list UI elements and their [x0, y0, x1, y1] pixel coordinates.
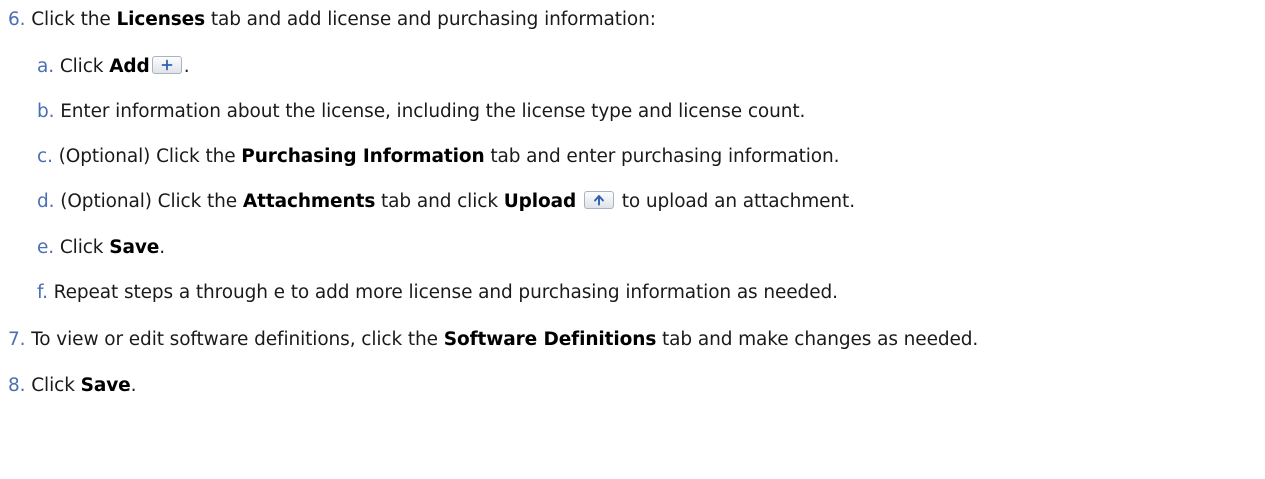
ui-term-save: Save	[109, 237, 160, 258]
step-text: Click	[31, 375, 75, 396]
step-text: Click the	[31, 9, 111, 30]
substep-d: d. (Optional) Click the Attachments tab …	[37, 190, 855, 214]
step-6: 6. Click the Licenses tab and add licens…	[8, 8, 656, 32]
ui-term-attachments: Attachments	[242, 191, 376, 212]
step-number: 8.	[8, 375, 26, 396]
step-text: (Optional) Click the	[60, 191, 238, 212]
ui-term-upload: Upload	[503, 191, 577, 212]
upload-icon	[583, 191, 614, 209]
substep-letter: c.	[37, 146, 53, 167]
step-7: 7. To view or edit software definitions,…	[8, 328, 978, 352]
substep-letter: a.	[37, 56, 55, 77]
step-text: Repeat steps a through e to add more lic…	[53, 282, 838, 303]
substep-f: f. Repeat steps a through e to add more …	[37, 281, 838, 305]
ui-term-add: Add	[109, 56, 150, 77]
step-text: tab and add license and purchasing infor…	[210, 9, 656, 30]
substep-c: c. (Optional) Click the Purchasing Infor…	[37, 145, 840, 169]
ui-term-software-definitions: Software Definitions	[443, 329, 657, 350]
substep-letter: f.	[37, 282, 48, 303]
substep-letter: d.	[37, 191, 55, 212]
step-text: to upload an attachment.	[621, 191, 855, 212]
ui-term-save: Save	[80, 375, 131, 396]
substep-letter: e.	[37, 237, 55, 258]
step-text: .	[183, 56, 190, 77]
step-number: 6.	[8, 9, 26, 30]
add-icon	[151, 56, 182, 74]
step-text: Click	[59, 237, 104, 258]
step-text: .	[130, 375, 137, 396]
step-text: Click	[59, 56, 104, 77]
step-text: .	[159, 237, 166, 258]
step-number: 7.	[8, 329, 26, 350]
substep-a: a. Click Add.	[37, 55, 190, 79]
ui-term-licenses: Licenses	[116, 9, 206, 30]
step-text: Enter information about the license, inc…	[60, 101, 806, 122]
step-text: To view or edit software definitions, cl…	[31, 329, 438, 350]
step-8: 8. Click Save.	[8, 374, 137, 398]
step-text: tab and click	[381, 191, 498, 212]
substep-letter: b.	[37, 101, 55, 122]
step-text: tab and make changes as needed.	[662, 329, 979, 350]
ui-term-purchasing-information: Purchasing Information	[241, 146, 485, 167]
step-text: (Optional) Click the	[58, 146, 236, 167]
instruction-document: 6. Click the Licenses tab and add licens…	[0, 0, 1265, 479]
substep-e: e. Click Save.	[37, 236, 165, 260]
step-text: tab and enter purchasing information.	[490, 146, 840, 167]
substep-b: b. Enter information about the license, …	[37, 100, 805, 124]
